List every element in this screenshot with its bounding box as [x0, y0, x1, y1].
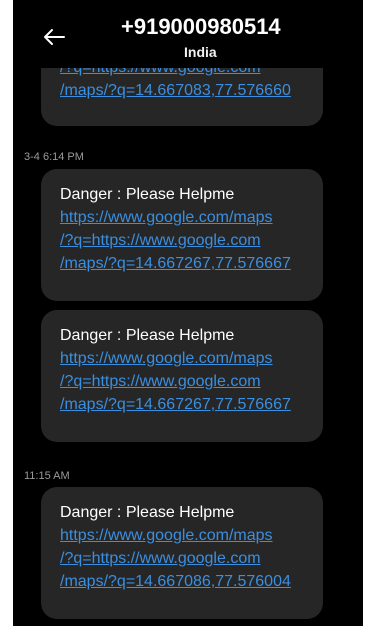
message-timestamp: 11:15 AM — [24, 470, 70, 482]
message-link-line[interactable]: /maps/?q=14.667267,77.576667 — [60, 393, 323, 416]
message-link-line[interactable]: /maps/?q=14.667267,77.576667 — [60, 252, 323, 275]
message-bubble[interactable]: Danger : Please Helpme https://www.googl… — [41, 310, 323, 442]
message-link-line[interactable]: https://www.google.com/maps — [60, 524, 323, 547]
message-link-line[interactable]: /?q=https://www.google.com — [60, 229, 323, 252]
message-link-line[interactable]: /?q=https://www.google.com — [60, 547, 323, 570]
back-button[interactable] — [39, 22, 69, 52]
message-link-line[interactable]: /maps/?q=14.667083,77.576660 — [60, 79, 323, 102]
message-link-line[interactable]: https://www.google.com/maps — [60, 206, 323, 229]
message-text: Danger : Please Helpme — [60, 504, 235, 521]
message-link-line[interactable]: https://www.google.com/maps — [60, 347, 323, 370]
arrow-left-icon — [44, 29, 65, 45]
contact-country: India — [184, 44, 217, 60]
message-bubble[interactable]: Danger : Please Helpme https://www.googl… — [41, 169, 323, 301]
message-text: Danger : Please Helpme — [60, 327, 235, 344]
conversation-header: +919000980514 India — [13, 0, 363, 68]
message-link-line[interactable]: /maps/?q=14.667086,77.576004 — [60, 570, 323, 593]
message-timestamp: 3-4 6:14 PM — [24, 151, 84, 163]
message-link-line[interactable]: /?q=https://www.google.com — [60, 370, 323, 393]
message-text: Danger : Please Helpme — [60, 186, 235, 203]
message-bubble[interactable]: Danger : Please Helpme https://www.googl… — [41, 487, 323, 619]
conversation-screen: /?q=https://www.google.com /maps/?q=14.6… — [13, 0, 363, 626]
contact-number: +919000980514 — [121, 14, 281, 39]
